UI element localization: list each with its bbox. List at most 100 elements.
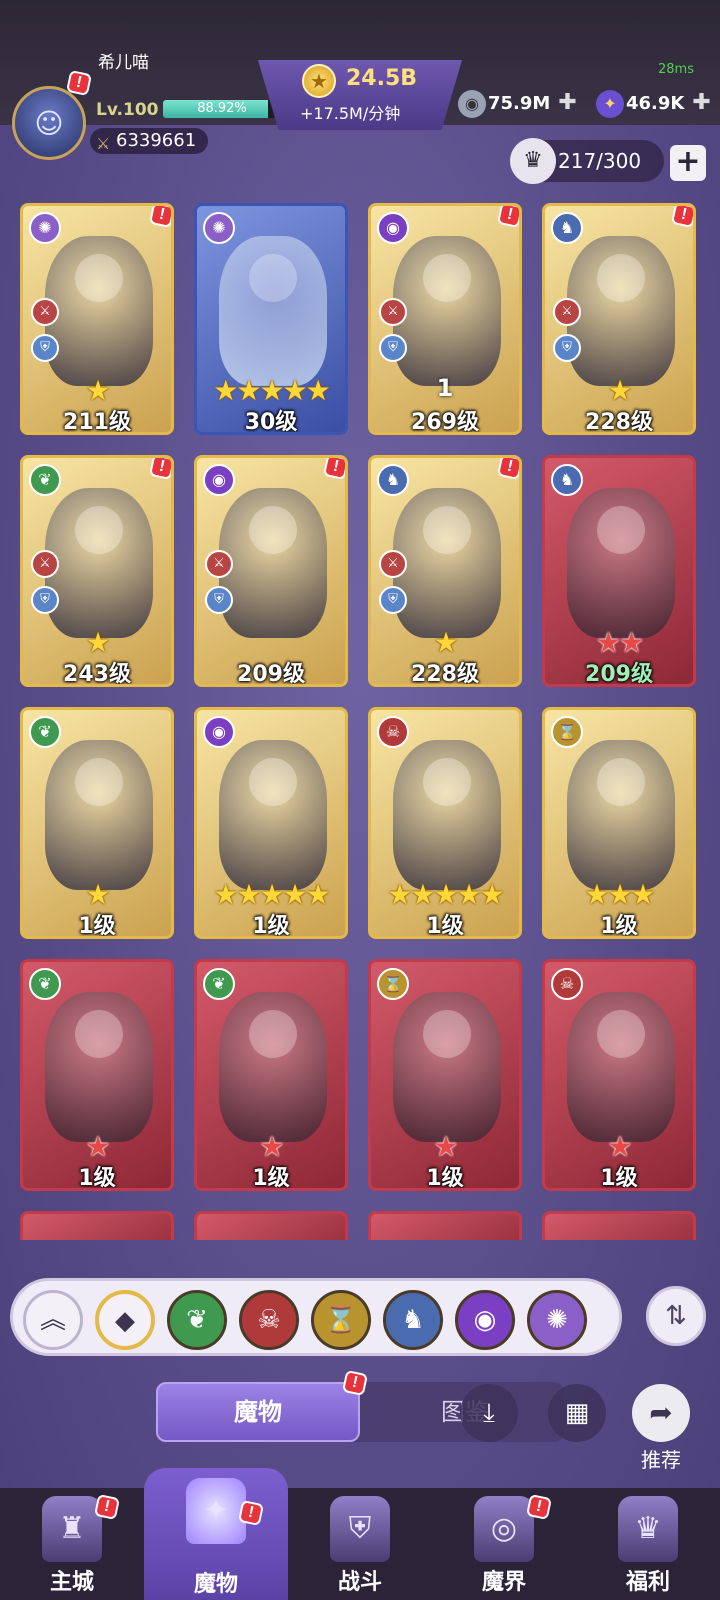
monster-card[interactable]: ◉ ⚔ ⛨ 209级! <box>194 455 348 687</box>
filter-leaf-button[interactable]: ❦ <box>167 1290 227 1350</box>
sword-role-icon: ⚔ <box>553 298 581 326</box>
monster-portrait <box>567 992 675 1142</box>
monster-card[interactable]: ❦ ★ 1级 <box>20 959 174 1191</box>
eye-element-icon: ◉ <box>203 716 235 748</box>
eye-element-icon: ◉ <box>203 464 235 496</box>
monster-card[interactable]: ◉ ★★★★★ 1级 <box>194 707 348 939</box>
filter-hourglass-button[interactable]: ⌛ <box>311 1290 371 1350</box>
monster-card[interactable]: ✺ ⚔ ⛨ ★ 211级! <box>20 203 174 435</box>
nav-alert-badge: ! <box>93 1493 121 1521</box>
filter-all-button[interactable]: ◆ <box>95 1290 155 1350</box>
grid-view-button[interactable]: ▦ <box>548 1384 606 1442</box>
monster-card[interactable]: ❦ ★ 1级 <box>194 959 348 1191</box>
coin-value: 75.9M <box>488 93 551 114</box>
monster-level: 1级 <box>600 914 638 939</box>
monster-card-partial[interactable] <box>194 1211 348 1240</box>
monster-card[interactable]: ✺ ★★★★★ 30级 <box>194 203 348 435</box>
star-rating: ★ <box>259 1130 284 1163</box>
nav-battle[interactable]: ⛨ 战斗 <box>288 1488 432 1600</box>
monster-level: 1级 <box>252 1166 290 1191</box>
chest-icon: ♛ <box>618 1496 678 1562</box>
bottom-nav: ♜ 主城! ✦ 魔物! ⛨ 战斗 ◎ 魔界! ♛ 福利 <box>0 1468 720 1600</box>
nav-realm[interactable]: ◎ 魔界! <box>432 1488 576 1600</box>
download-button[interactable]: ⤓ <box>460 1384 518 1442</box>
star-rating: ★ <box>85 626 110 659</box>
star-rating: ★★★★★ <box>387 878 505 911</box>
monster-card[interactable]: ⌛ ★ 1级 <box>368 959 522 1191</box>
collapse-filter-button[interactable]: ︽ <box>23 1290 83 1350</box>
star-rating: ★ <box>607 374 632 407</box>
shield-role-icon: ⛨ <box>379 334 407 362</box>
monster-card[interactable]: ♞ ⚔ ⛨ ★ 228级! <box>368 455 522 687</box>
monster-level: 1级 <box>78 914 116 939</box>
monster-card[interactable]: ❦ ⚔ ⛨ ★ 243级! <box>20 455 174 687</box>
monster-card-partial[interactable] <box>20 1211 174 1240</box>
nav-home[interactable]: ♜ 主城! <box>0 1488 144 1600</box>
monster-card[interactable]: ◉ ⚔ ⛨ 1 269级! <box>368 203 522 435</box>
recommend-button[interactable]: ➦ <box>632 1384 690 1442</box>
share-arrow-icon: ➦ <box>649 1396 673 1429</box>
nav-alert-badge: ! <box>237 1499 265 1527</box>
shield-role-icon: ⛨ <box>31 334 59 362</box>
monster-card[interactable]: ⌛ ★★★ 1级 <box>542 707 696 939</box>
portal-icon: ◎ <box>474 1496 534 1562</box>
gem-icon: ✦ <box>596 90 624 118</box>
filter-eye-button[interactable]: ◉ <box>455 1290 515 1350</box>
sword-role-icon: ⚔ <box>379 550 407 578</box>
card-alert-badge: ! <box>670 206 693 229</box>
sort-icon: ⇅ <box>665 1301 687 1331</box>
card-alert-badge: ! <box>322 458 345 481</box>
shield-role-icon: ⛨ <box>31 586 59 614</box>
star-rating: ★ <box>607 1130 632 1163</box>
monster-card[interactable]: ❦ ★ 1级 <box>20 707 174 939</box>
eye-element-icon: ◉ <box>377 212 409 244</box>
monster-card[interactable]: ☠ ★★★★★ 1级 <box>368 707 522 939</box>
shield-role-icon: ⛨ <box>553 334 581 362</box>
grid-icon: ▦ <box>564 1398 590 1428</box>
monster-card[interactable]: ☠ ★ 1级 <box>542 959 696 1191</box>
monster-level: 1级 <box>78 1166 116 1191</box>
nav-monsters[interactable]: ✦ 魔物! <box>144 1468 288 1600</box>
star-rating: ★★★★★ <box>213 374 331 407</box>
sort-button[interactable]: ⇅ <box>646 1286 706 1346</box>
castle-icon: ♜ <box>42 1496 102 1562</box>
combat-power-value: 6339661 <box>116 130 197 151</box>
monster-level: 228级 <box>585 410 653 435</box>
leaf-element-icon: ❦ <box>29 464 61 496</box>
monster-portrait <box>393 488 501 638</box>
expand-capacity-button[interactable]: + <box>670 145 706 181</box>
monster-card-partial[interactable] <box>542 1211 696 1240</box>
monster-portrait <box>219 740 327 890</box>
star-rating: ★★ <box>595 626 644 659</box>
sword-role-icon: ⚔ <box>205 550 233 578</box>
filter-demon-button[interactable]: ☠ <box>239 1290 299 1350</box>
download-icon: ⤓ <box>483 1398 495 1428</box>
filter-swirl-button[interactable]: ✺ <box>527 1290 587 1350</box>
monster-portrait <box>393 740 501 890</box>
add-gem-icon[interactable]: ✚ <box>692 90 710 115</box>
dragon-element-icon: ♞ <box>551 212 583 244</box>
player-avatar[interactable]: ☺ <box>12 86 86 160</box>
flame-icon: ✦ <box>186 1478 246 1544</box>
filter-dragon-button[interactable]: ♞ <box>383 1290 443 1350</box>
nav-alert-badge: ! <box>525 1493 553 1521</box>
tab-monsters[interactable]: 魔物 <box>156 1382 360 1442</box>
nav-welfare[interactable]: ♛ 福利 <box>576 1488 720 1600</box>
monster-level: 269级 <box>411 410 479 435</box>
tab-codex[interactable]: 图鉴 <box>346 1382 564 1442</box>
dragon-element-icon: ♞ <box>377 464 409 496</box>
monster-portrait <box>393 992 501 1142</box>
capacity-value: 217/300 <box>558 149 642 173</box>
swirl-element-icon: ✺ <box>203 212 235 244</box>
gem-resource[interactable]: ✦ 46.9K ✚ <box>596 88 711 118</box>
monster-portrait <box>219 992 327 1142</box>
monster-portrait <box>45 236 153 386</box>
monster-portrait <box>219 488 327 638</box>
monster-level: 1级 <box>252 914 290 939</box>
monster-card-partial[interactable] <box>368 1211 522 1240</box>
monster-card[interactable]: ♞ ⚔ ⛨ ★ 228级! <box>542 203 696 435</box>
monster-level: 209级 <box>585 662 653 687</box>
monster-card[interactable]: ♞ ★★ 209级 <box>542 455 696 687</box>
add-coin-icon[interactable]: ✚ <box>558 90 576 115</box>
coin-resource[interactable]: ◉ 75.9M ✚ <box>458 88 577 118</box>
